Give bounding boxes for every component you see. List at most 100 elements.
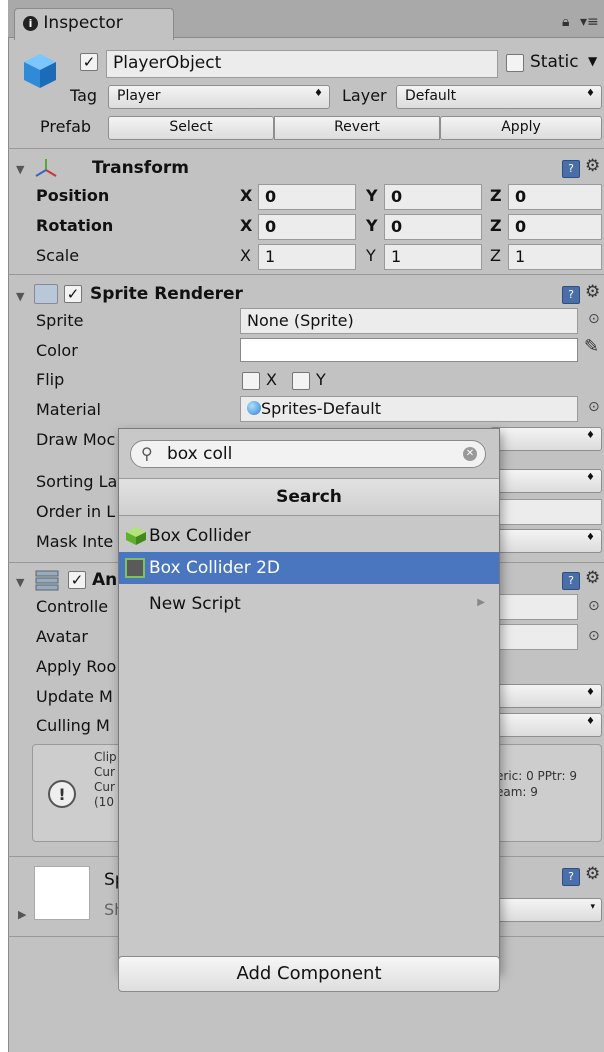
axis-label-x: X	[240, 216, 253, 235]
animator-icon	[34, 568, 60, 592]
help-icon[interactable]: ?	[562, 868, 580, 886]
flip-y-checkbox[interactable]	[292, 372, 310, 390]
static-checkbox[interactable]	[506, 54, 524, 72]
mask-interaction-dropdown[interactable]: ♦	[490, 529, 602, 553]
foldout-arrow-icon[interactable]: ▼	[16, 290, 24, 303]
tag-label: Tag	[70, 86, 98, 105]
menu-icon[interactable]: ▾≡	[580, 14, 599, 30]
transform-x-field[interactable]: 0	[258, 184, 356, 210]
prefab-apply-button[interactable]: Apply	[440, 116, 602, 140]
transform-y-field[interactable]: 0	[384, 184, 482, 210]
gear-icon[interactable]: ⚙	[585, 568, 600, 588]
gear-icon[interactable]: ⚙	[585, 282, 600, 302]
culling-mode-dropdown[interactable]: ♦	[490, 713, 602, 737]
animator-info-text-right: eric: 0 PPtr: 9 eam: 9	[496, 769, 577, 799]
controller-label: Controlle	[36, 597, 109, 616]
tab-inspector[interactable]: i Inspector	[14, 8, 174, 40]
object-picker-icon[interactable]: ⊙	[588, 399, 600, 415]
axis-label-z: Z	[490, 246, 501, 265]
transform-x-field[interactable]: 0	[258, 214, 356, 240]
transform-z-field[interactable]: 0	[508, 184, 602, 210]
dropdown-arrows-icon: ♦	[586, 430, 595, 441]
dropdown-arrows-icon: ♦	[586, 532, 595, 543]
prefab-select-button[interactable]: Select	[108, 116, 274, 140]
object-picker-icon[interactable]: ⊙	[588, 311, 600, 327]
flip-y-label: Y	[316, 370, 326, 389]
sprite-label: Sprite	[36, 311, 84, 330]
transform-row-label: Scale	[36, 246, 80, 265]
update-mode-dropdown[interactable]: ♦	[490, 684, 602, 708]
draw-mode-dropdown[interactable]: ♦	[490, 427, 602, 451]
apply-root-motion-label: Apply Roo	[36, 657, 117, 676]
clear-search-icon[interactable]: ✕	[463, 447, 477, 461]
box-collider-2d-icon	[125, 558, 145, 578]
object-picker-icon[interactable]: ⊙	[588, 628, 600, 644]
tag-dropdown[interactable]: Player ♦	[108, 85, 330, 109]
axis-label-z: Z	[490, 216, 502, 235]
controller-field[interactable]	[490, 594, 578, 620]
sprite-renderer-title: Sprite Renderer	[90, 284, 243, 304]
animator-enabled-checkbox[interactable]: ✓	[68, 571, 86, 589]
box-collider-icon	[125, 526, 147, 546]
transform-y-field[interactable]: 0	[384, 214, 482, 240]
lock-icon[interactable]: 🔒︎	[562, 14, 569, 30]
layer-dropdown[interactable]: Default ♦	[396, 85, 602, 109]
dropdown-arrows-icon: ♦	[586, 472, 595, 483]
popup-item-box-collider-2d[interactable]: Box Collider 2D	[119, 552, 499, 584]
flip-x-checkbox[interactable]	[242, 372, 260, 390]
prefab-revert-button[interactable]: Revert	[274, 116, 440, 140]
search-text: box coll	[167, 444, 233, 464]
material-field[interactable]: Sprites-Default	[240, 396, 578, 422]
material-label: Material	[36, 400, 101, 419]
eyedropper-icon[interactable]: ✎	[584, 336, 599, 357]
popup-header: Search	[119, 478, 499, 516]
transform-x-field[interactable]: 1	[258, 244, 356, 270]
info-icon: i	[23, 16, 38, 31]
help-icon[interactable]: ?	[562, 286, 580, 304]
order-in-layer-label: Order in L	[36, 502, 116, 521]
transform-y-field[interactable]: 1	[384, 244, 482, 270]
avatar-field[interactable]	[490, 624, 578, 650]
object-picker-icon[interactable]: ⊙	[588, 598, 600, 614]
transform-row-label: Position	[36, 186, 110, 205]
transform-z-field[interactable]: 0	[508, 214, 602, 240]
help-icon[interactable]: ?	[562, 572, 580, 590]
foldout-arrow-icon[interactable]: ▼	[16, 163, 24, 176]
add-component-button[interactable]: Add Component	[118, 956, 500, 992]
axis-label-y: Y	[366, 246, 376, 265]
order-in-layer-field[interactable]	[490, 499, 602, 525]
shader-dropdown[interactable]: ▾	[490, 898, 602, 922]
transform-z-field[interactable]: 1	[508, 244, 602, 270]
transform-row-label: Rotation	[36, 216, 114, 235]
divider	[8, 148, 604, 149]
sprite-field[interactable]: None (Sprite)	[240, 308, 578, 334]
dropdown-arrows-icon: ♦	[314, 88, 323, 99]
color-field[interactable]	[240, 338, 578, 362]
axis-label-x: X	[240, 186, 253, 205]
dropdown-arrows-icon: ♦	[586, 88, 595, 99]
object-name-field[interactable]: PlayerObject	[106, 50, 498, 78]
gear-icon[interactable]: ⚙	[585, 156, 600, 176]
gear-icon[interactable]: ⚙	[585, 864, 600, 884]
dropdown-arrows-icon: ♦	[586, 687, 595, 698]
static-label: Static	[530, 52, 579, 72]
tab-title: Inspector	[43, 13, 123, 33]
avatar-label: Avatar	[36, 627, 88, 646]
foldout-arrow-icon[interactable]: ▶	[18, 908, 26, 921]
static-dropdown-icon[interactable]: ▼	[588, 54, 597, 68]
sprite-renderer-enabled-checkbox[interactable]: ✓	[64, 285, 82, 303]
axis-label-z: Z	[490, 186, 502, 205]
help-icon[interactable]: ?	[562, 160, 580, 178]
color-label: Color	[36, 341, 78, 360]
search-input[interactable]: ⚲ box coll ✕	[130, 440, 486, 468]
sorting-layer-dropdown[interactable]: ♦	[490, 469, 602, 493]
active-checkbox[interactable]: ✓	[80, 53, 98, 71]
foldout-arrow-icon[interactable]: ▼	[16, 576, 24, 589]
asset-preview-thumbnail	[34, 866, 90, 920]
chevron-down-icon: ▾	[590, 902, 595, 912]
info-icon: !	[48, 780, 76, 808]
submenu-arrow-icon: ▶	[477, 597, 485, 608]
popup-item-box-collider[interactable]: Box Collider	[119, 520, 499, 552]
flip-x-label: X	[266, 370, 277, 389]
popup-item-new-script[interactable]: New Script ▶	[119, 588, 499, 620]
